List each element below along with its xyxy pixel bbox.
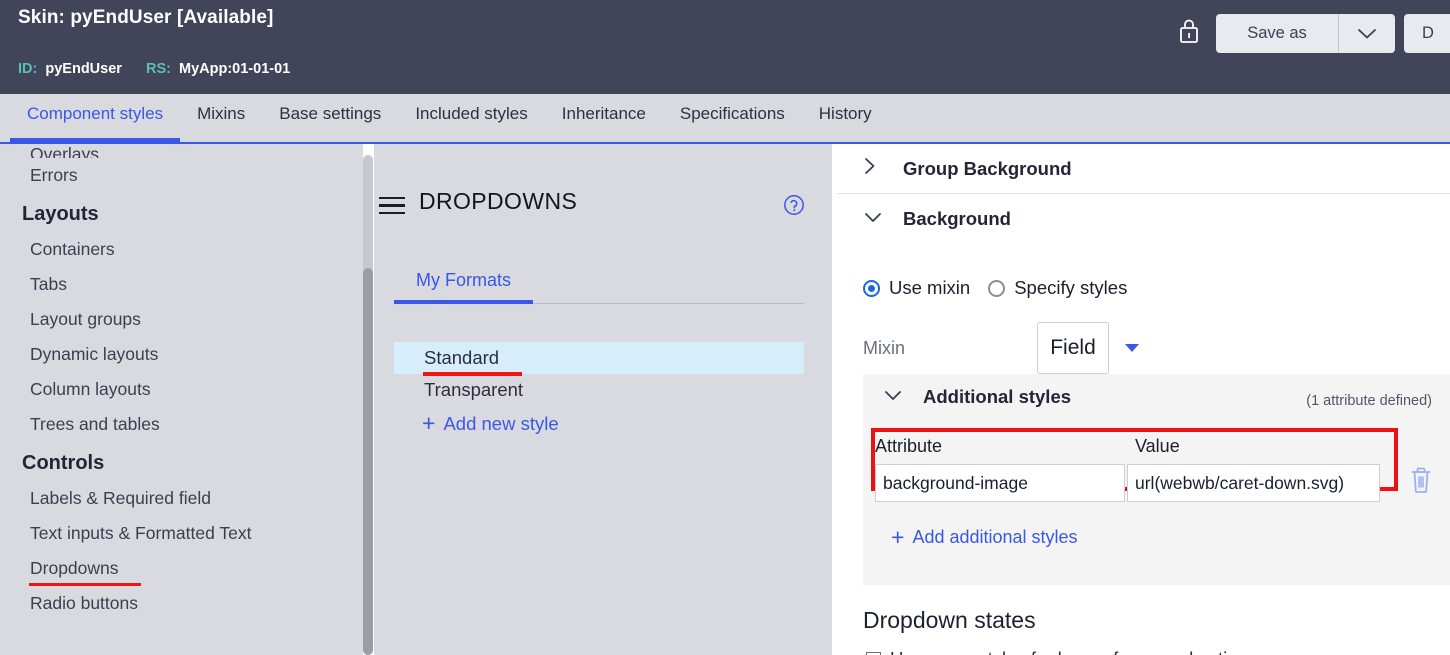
column-header-value: Value bbox=[1135, 436, 1180, 456]
sidebar-item-radio-buttons[interactable]: Radio buttons bbox=[0, 586, 363, 621]
chevron-down-icon bbox=[883, 388, 905, 407]
section-title: Background bbox=[903, 208, 1011, 229]
plus-icon: + bbox=[422, 410, 436, 436]
section-background[interactable]: Background bbox=[837, 194, 1450, 244]
add-new-style-label: Add new style bbox=[443, 412, 559, 434]
additional-styles-table-header: Attribute Value bbox=[875, 436, 1395, 457]
styles-panel: DROPDOWNS My Formats Standard Transparen… bbox=[374, 144, 832, 655]
category-sidebar: Overlays Errors Layouts Containers Tabs … bbox=[0, 144, 363, 655]
additional-styles-panel: Additional styles (1 attribute defined) … bbox=[863, 374, 1450, 585]
skin-meta-row: ID: pyEndUser RS: MyApp:01-01-01 bbox=[18, 61, 290, 77]
ruleset-label: RS: bbox=[146, 61, 171, 77]
tab-component-styles[interactable]: Component styles bbox=[10, 94, 181, 142]
skin-designer-window: Skin: pyEndUser [Available] ID: pyEndUse… bbox=[0, 0, 1450, 655]
tab-base-settings[interactable]: Base settings bbox=[262, 94, 398, 142]
sidebar-item-dynamic-layouts[interactable]: Dynamic layouts bbox=[0, 337, 363, 372]
tab-history[interactable]: History bbox=[802, 94, 889, 142]
chevron-right-icon bbox=[863, 156, 885, 181]
panel-divider bbox=[863, 592, 1450, 593]
skin-status: [Available] bbox=[176, 7, 274, 28]
sidebar-category-controls: Controls bbox=[22, 452, 105, 474]
column-header-attribute: Attribute bbox=[875, 436, 943, 456]
app-header: Skin: pyEndUser [Available] ID: pyEndUse… bbox=[0, 0, 1450, 94]
add-new-style-button[interactable]: + Add new style bbox=[422, 412, 559, 435]
ruleset-value: MyApp:01-01-01 bbox=[179, 61, 291, 77]
main-tab-bar: Component styles Mixins Base settings In… bbox=[0, 94, 1450, 142]
trash-icon[interactable] bbox=[1408, 464, 1434, 496]
sidebar-item-layout-groups[interactable]: Layout groups bbox=[0, 302, 363, 337]
skin-name: pyEndUser bbox=[70, 7, 172, 28]
id-label: ID: bbox=[18, 61, 38, 77]
sidebar-item-text-inputs[interactable]: Text inputs & Formatted Text bbox=[0, 516, 363, 551]
style-list: Standard Transparent bbox=[394, 342, 804, 406]
styles-panel-header: DROPDOWNS bbox=[374, 188, 577, 215]
sidebar-item-overlays[interactable]: Overlays bbox=[0, 144, 363, 158]
value-input[interactable] bbox=[1127, 464, 1380, 502]
sidebar-item-containers[interactable]: Containers bbox=[0, 232, 363, 267]
tab-mixins[interactable]: Mixins bbox=[180, 94, 262, 142]
caret-down-icon[interactable] bbox=[1125, 344, 1139, 352]
additional-styles-title: Additional styles bbox=[923, 386, 1072, 407]
help-circle-icon[interactable] bbox=[783, 194, 805, 216]
tab-included-styles[interactable]: Included styles bbox=[398, 94, 544, 142]
lock-icon[interactable] bbox=[1176, 16, 1202, 46]
mixin-row: Mixin Field bbox=[863, 322, 1423, 374]
sidebar-category-layouts: Layouts bbox=[22, 203, 99, 225]
styles-panel-title: DROPDOWNS bbox=[419, 188, 578, 214]
dropdown-states-heading: Dropdown states bbox=[863, 607, 1036, 633]
skin-label: Skin: bbox=[18, 7, 65, 28]
save-as-dropdown-button[interactable] bbox=[1338, 14, 1395, 53]
sidebar-item-errors[interactable]: Errors bbox=[0, 158, 363, 193]
radio-use-mixin[interactable] bbox=[863, 279, 880, 297]
tab-my-formats[interactable]: My Formats bbox=[393, 270, 534, 304]
chevron-down-icon bbox=[1358, 28, 1376, 38]
section-group-background[interactable]: Group Background bbox=[837, 144, 1450, 194]
background-mode-radio-group: Use mixin Specify styles bbox=[863, 277, 1127, 299]
sidebar-item-label: Dropdowns bbox=[30, 558, 119, 578]
style-list-item-standard[interactable]: Standard bbox=[394, 342, 804, 376]
add-additional-styles-label: Add additional styles bbox=[912, 527, 1078, 547]
mixin-label: Mixin bbox=[863, 337, 906, 358]
save-as-button[interactable]: Save as bbox=[1216, 14, 1338, 53]
same-styles-checkbox-label: Use same styles for hover, focus and act… bbox=[890, 648, 1247, 655]
attribute-input[interactable] bbox=[875, 464, 1125, 502]
same-styles-checkbox[interactable] bbox=[866, 651, 881, 655]
chevron-down-icon bbox=[863, 210, 885, 229]
sidebar-item-tabs[interactable]: Tabs bbox=[0, 267, 363, 302]
sidebar-item-trees-and-tables[interactable]: Trees and tables bbox=[0, 407, 363, 442]
tab-inheritance[interactable]: Inheritance bbox=[545, 94, 663, 142]
sidebar-scrollbar-thumb[interactable] bbox=[363, 268, 373, 655]
sidebar-item-labels-required-field[interactable]: Labels & Required field bbox=[0, 481, 363, 516]
section-title: Group Background bbox=[903, 157, 1072, 179]
plus-icon: + bbox=[891, 524, 905, 550]
radio-use-mixin-label: Use mixin bbox=[889, 277, 971, 298]
sidebar-item-column-layouts[interactable]: Column layouts bbox=[0, 372, 363, 407]
dropdown-states-checkbox-row[interactable]: Use same styles for hover, focus and act… bbox=[866, 648, 1247, 655]
radio-specify-styles[interactable] bbox=[988, 279, 1006, 297]
radio-specify-styles-label: Specify styles bbox=[1014, 277, 1128, 298]
additional-styles-table-row bbox=[875, 464, 1380, 502]
additional-styles-header[interactable]: Additional styles bbox=[883, 386, 1071, 408]
sidebar-item-dropdowns[interactable]: Dropdowns bbox=[0, 551, 363, 586]
hamburger-icon[interactable] bbox=[379, 192, 405, 214]
page-title: Skin: pyEndUser [Available] bbox=[18, 7, 273, 29]
style-list-item-transparent[interactable]: Transparent bbox=[394, 374, 804, 406]
attribute-count-label: (1 attribute defined) bbox=[1306, 393, 1432, 409]
mixin-select[interactable]: Field bbox=[1037, 322, 1109, 374]
save-as-button-group: Save as bbox=[1216, 14, 1395, 53]
discard-button[interactable]: D bbox=[1404, 14, 1450, 53]
add-additional-styles-button[interactable]: + Add additional styles bbox=[891, 526, 1078, 549]
id-value: pyEndUser bbox=[45, 61, 122, 77]
tab-specifications[interactable]: Specifications bbox=[663, 94, 802, 142]
style-item-label: Standard bbox=[424, 347, 500, 368]
format-tab-row: My Formats bbox=[393, 270, 804, 304]
